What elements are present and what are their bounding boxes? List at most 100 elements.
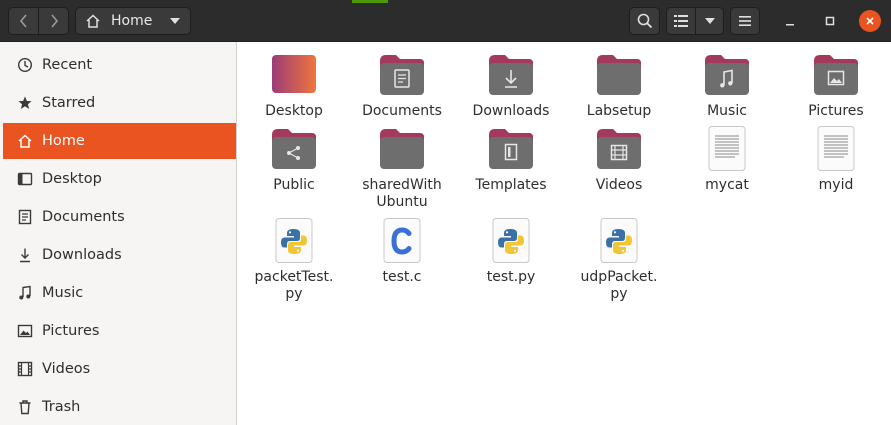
trash-icon: [17, 399, 33, 415]
sidebar-item-videos[interactable]: Videos: [3, 351, 236, 387]
maximize-button[interactable]: [819, 10, 841, 32]
chevron-down-icon: [170, 18, 180, 24]
text-file-icon: [708, 126, 746, 171]
sidebar-item-label: Trash: [42, 399, 81, 415]
window-edge-strip: [352, 0, 388, 3]
hamburger-menu-icon: [739, 16, 751, 26]
close-icon: [866, 17, 874, 25]
places-sidebar: Recent Starred Home Desktop Documents Do…: [0, 42, 237, 425]
home-icon: [17, 133, 33, 149]
music-folder-icon: [705, 55, 749, 95]
file-name: Downloads: [472, 103, 550, 119]
list-view-button[interactable]: [666, 7, 696, 35]
file-name: test.py: [486, 269, 536, 285]
sidebar-item-label: Pictures: [42, 323, 100, 339]
film-icon: [17, 361, 33, 377]
location-path-button[interactable]: Home: [75, 7, 191, 35]
header-bar: Home: [0, 0, 891, 42]
go-back-icon: [19, 14, 27, 28]
videos-folder-icon: [597, 129, 641, 169]
file-name: Desktop: [265, 103, 323, 119]
file-name: Labsetup: [586, 103, 652, 119]
downloads-folder-icon: [489, 55, 533, 95]
file-item-pictures[interactable]: Pictures: [781, 51, 891, 121]
file-name: myid: [818, 177, 854, 193]
file-name: Documents: [362, 103, 442, 119]
file-name: mycat: [705, 177, 749, 193]
back-button[interactable]: [8, 7, 39, 35]
star-icon: [17, 95, 33, 111]
file-name: Pictures: [808, 103, 864, 119]
picture-icon: [17, 323, 33, 339]
file-name: udpPacket. py: [580, 269, 658, 302]
sidebar-item-desktop[interactable]: Desktop: [3, 161, 236, 197]
go-forward-icon: [50, 14, 58, 28]
file-item-test-py[interactable]: test.py: [456, 217, 566, 303]
file-item-packettest-py[interactable]: packetTest. py: [239, 217, 349, 303]
sidebar-item-documents[interactable]: Documents: [3, 199, 236, 235]
file-item-videos[interactable]: Videos: [564, 125, 674, 211]
file-item-udppacket-py[interactable]: udpPacket. py: [564, 217, 674, 303]
minimize-button[interactable]: [779, 10, 801, 32]
file-item-sharedwithubuntu[interactable]: sharedWith Ubuntu: [347, 125, 457, 211]
folder-icon: [597, 55, 641, 95]
python-file-icon: [492, 218, 530, 263]
sidebar-item-downloads[interactable]: Downloads: [3, 237, 236, 273]
close-button[interactable]: [859, 10, 881, 32]
home-icon: [86, 14, 100, 28]
file-item-music[interactable]: Music: [672, 51, 782, 121]
sidebar-item-home[interactable]: Home: [3, 123, 236, 159]
chevron-down-icon: [704, 18, 715, 24]
file-name: Music: [707, 103, 747, 119]
sidebar-item-pictures[interactable]: Pictures: [3, 313, 236, 349]
search-icon: [637, 13, 652, 29]
sidebar-item-label: Home: [42, 133, 85, 149]
sidebar-item-label: Music: [42, 285, 84, 301]
pictures-folder-icon: [814, 55, 858, 95]
clock-icon: [17, 57, 33, 73]
desktop-folder-icon: [272, 55, 316, 93]
file-item-desktop[interactable]: Desktop: [239, 51, 349, 121]
file-name: Videos: [595, 177, 643, 193]
sidebar-item-label: Recent: [42, 57, 93, 73]
location-label: Home: [111, 13, 153, 29]
folder-icon: [380, 129, 424, 169]
view-options-button[interactable]: [695, 7, 724, 35]
sidebar-item-trash[interactable]: Trash: [3, 389, 236, 425]
file-item-labsetup[interactable]: Labsetup: [564, 51, 674, 121]
file-name: Templates: [475, 177, 547, 193]
documents-folder-icon: [380, 55, 424, 95]
file-name: sharedWith Ubuntu: [362, 177, 442, 210]
python-file-icon: [275, 218, 313, 263]
list-view-icon: [674, 15, 688, 27]
sidebar-item-recent[interactable]: Recent: [3, 47, 236, 83]
templates-folder-icon: [489, 129, 533, 169]
sidebar-item-label: Documents: [42, 209, 125, 225]
sidebar-item-starred[interactable]: Starred: [3, 85, 236, 121]
sidebar-item-music[interactable]: Music: [3, 275, 236, 311]
file-name: Public: [273, 177, 315, 193]
file-item-downloads[interactable]: Downloads: [456, 51, 566, 121]
sidebar-item-label: Videos: [42, 361, 91, 377]
document-icon: [17, 209, 33, 225]
file-item-myid[interactable]: myid: [781, 125, 891, 211]
sidebar-item-label: Downloads: [42, 247, 122, 263]
python-file-icon: [600, 218, 638, 263]
text-file-icon: [817, 126, 855, 171]
sidebar-item-label: Starred: [42, 95, 96, 111]
forward-button[interactable]: [38, 7, 69, 35]
file-item-templates[interactable]: Templates: [456, 125, 566, 211]
desktop-icon: [17, 171, 33, 187]
main-menu-button[interactable]: [730, 7, 760, 35]
sidebar-item-label: Desktop: [42, 171, 102, 187]
search-button[interactable]: [629, 7, 660, 35]
file-item-test-c[interactable]: test.c: [347, 217, 457, 303]
file-name: packetTest. py: [254, 269, 334, 302]
download-icon: [17, 247, 33, 263]
file-grid: Desktop Documents Downloads Labsetup Mus…: [238, 42, 891, 425]
file-item-mycat[interactable]: mycat: [672, 125, 782, 211]
file-item-public[interactable]: Public: [239, 125, 349, 211]
public-folder-icon: [272, 129, 316, 169]
file-item-documents[interactable]: Documents: [347, 51, 457, 121]
maximize-icon: [825, 16, 835, 26]
